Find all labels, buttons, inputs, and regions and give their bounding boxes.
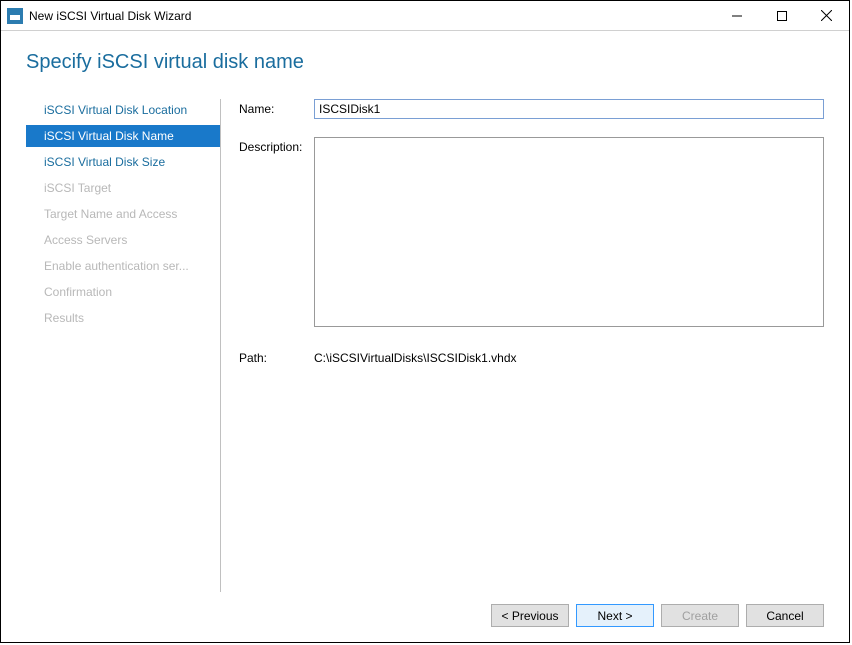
- app-icon: [7, 8, 23, 24]
- body-area: iSCSI Virtual Disk Location iSCSI Virtua…: [26, 99, 824, 592]
- name-label: Name:: [239, 99, 314, 119]
- description-row: Description:: [239, 137, 824, 330]
- create-button: Create: [661, 604, 739, 627]
- wizard-steps-sidebar: iSCSI Virtual Disk Location iSCSI Virtua…: [26, 99, 221, 592]
- minimize-button[interactable]: [714, 1, 759, 30]
- description-label: Description:: [239, 137, 314, 330]
- path-row: Path: C:\iSCSIVirtualDisks\ISCSIDisk1.vh…: [239, 348, 824, 365]
- description-input[interactable]: [314, 137, 824, 327]
- path-label: Path:: [239, 348, 314, 365]
- name-row: Name:: [239, 99, 824, 119]
- path-value: C:\iSCSIVirtualDisks\ISCSIDisk1.vhdx: [314, 348, 824, 365]
- previous-button[interactable]: < Previous: [491, 604, 569, 627]
- step-target: iSCSI Target: [26, 177, 220, 199]
- cancel-button[interactable]: Cancel: [746, 604, 824, 627]
- step-name[interactable]: iSCSI Virtual Disk Name: [26, 125, 220, 147]
- titlebar: New iSCSI Virtual Disk Wizard: [1, 1, 849, 31]
- step-results: Results: [26, 307, 220, 329]
- form-panel: Name: Description: Path: C:\iSCSIVirtual…: [239, 99, 824, 592]
- window-title: New iSCSI Virtual Disk Wizard: [29, 9, 714, 23]
- step-access-servers: Access Servers: [26, 229, 220, 251]
- step-location[interactable]: iSCSI Virtual Disk Location: [26, 99, 220, 121]
- step-authentication: Enable authentication ser...: [26, 255, 220, 277]
- next-button[interactable]: Next >: [576, 604, 654, 627]
- button-bar: < Previous Next > Create Cancel: [26, 592, 824, 627]
- name-input[interactable]: [314, 99, 824, 119]
- close-button[interactable]: [804, 1, 849, 30]
- step-size[interactable]: iSCSI Virtual Disk Size: [26, 151, 220, 173]
- step-target-access: Target Name and Access: [26, 203, 220, 225]
- step-confirmation: Confirmation: [26, 281, 220, 303]
- wizard-window: New iSCSI Virtual Disk Wizard Specify iS…: [0, 0, 850, 643]
- content-area: Specify iSCSI virtual disk name iSCSI Vi…: [1, 31, 849, 642]
- page-title: Specify iSCSI virtual disk name: [26, 51, 824, 74]
- maximize-button[interactable]: [759, 1, 804, 30]
- window-controls: [714, 1, 849, 30]
